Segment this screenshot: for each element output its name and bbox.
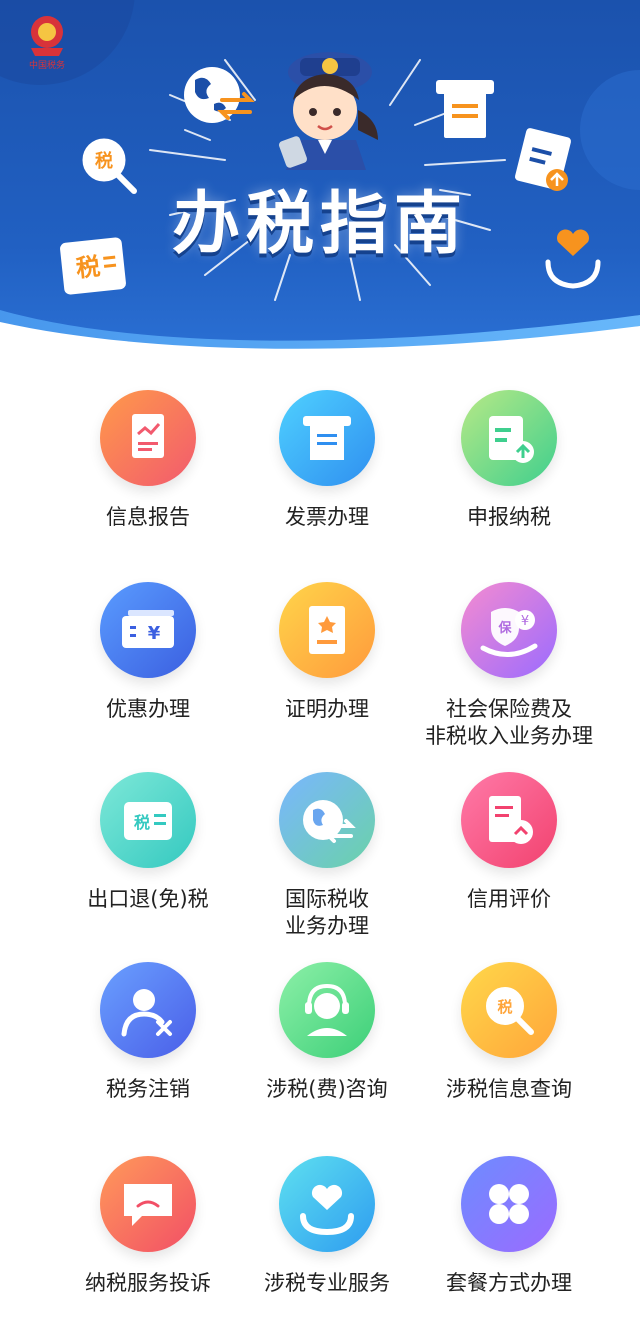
menu-item-label: 证明办理 (285, 697, 369, 721)
menu-item-label: 税务注销 (106, 1077, 190, 1101)
globe-icon (184, 67, 255, 123)
user-remove-icon (100, 962, 196, 1058)
tax-emblem-icon (31, 16, 63, 56)
tax-card-icon: 税 (100, 772, 196, 868)
menu-item-label: 发票办理 (285, 505, 369, 529)
svg-text:税: 税 (134, 813, 150, 832)
menu-item-certificate[interactable]: 证明办理 (227, 582, 427, 723)
menu-item-credit-gauge[interactable]: 信用评价 (409, 772, 609, 913)
tax-declaration-icon (461, 390, 557, 486)
yuan-ticket-icon: ¥ (100, 582, 196, 678)
menu-item-yuan-ticket[interactable]: ¥ 优惠办理 (48, 582, 248, 723)
svg-text:¥: ¥ (521, 614, 529, 629)
menu-item-tax-card[interactable]: 税出口退(免)税 (48, 772, 248, 913)
menu-item-tax-declaration[interactable]: 申报纳税 (409, 390, 609, 531)
emblem-caption: 中国税务 (28, 61, 65, 71)
invoice-icon (279, 390, 375, 486)
menu-item-label: 社会保险费及 非税收入业务办理 (425, 697, 593, 748)
report-chart-icon (100, 390, 196, 486)
menu-item-label: 申报纳税 (467, 505, 551, 529)
menu-item-label: 套餐方式办理 (446, 1271, 572, 1295)
menu-item-globe-exchange[interactable]: 国际税收 业务办理 (227, 772, 427, 940)
tax-search-icon: 税 (461, 962, 557, 1058)
svg-text:¥: ¥ (148, 623, 161, 644)
menu-item-tax-search[interactable]: 税涉税信息查询 (409, 962, 609, 1103)
headset-icon (279, 962, 375, 1058)
svg-text:保: 保 (497, 620, 512, 636)
menu-item-label: 涉税专业服务 (264, 1271, 390, 1295)
menu-item-report-chart[interactable]: 信息报告 (48, 390, 248, 531)
menu-item-headset[interactable]: 涉税(费)咨询 (227, 962, 427, 1103)
menu-item-label: 涉税信息查询 (446, 1077, 572, 1101)
header-banner: 税 税 中国税务 办税指南 (0, 0, 640, 350)
menu-item-insurance-hand[interactable]: 保 ¥ 社会保险费及 非税收入业务办理 (409, 582, 609, 750)
insurance-hand-icon: 保 ¥ (461, 582, 557, 678)
globe-exchange-icon (279, 772, 375, 868)
credit-gauge-icon (461, 772, 557, 868)
package-grid-icon (461, 1156, 557, 1252)
heart-hands-icon (279, 1156, 375, 1252)
menu-item-label: 信用评价 (467, 887, 551, 911)
menu-item-label: 优惠办理 (106, 697, 190, 721)
menu-item-label: 信息报告 (106, 505, 190, 529)
menu-item-label: 国际税收 业务办理 (285, 887, 369, 938)
certificate-icon (279, 582, 375, 678)
page-title: 办税指南 (171, 185, 468, 264)
complaint-chat-icon (100, 1156, 196, 1252)
tax-officer-mascot (279, 52, 378, 170)
svg-text:税: 税 (497, 998, 512, 1016)
menu-item-invoice[interactable]: 发票办理 (227, 390, 427, 531)
menu-item-package-grid[interactable]: 套餐方式办理 (409, 1156, 609, 1297)
menu-item-complaint-chat[interactable]: 纳税服务投诉 (48, 1156, 248, 1297)
menu-item-heart-hands[interactable]: 涉税专业服务 (227, 1156, 427, 1297)
receipt-icon (436, 80, 494, 138)
menu-item-label: 出口退(免)税 (87, 887, 209, 911)
menu-item-label: 纳税服务投诉 (85, 1271, 211, 1295)
menu-item-user-remove[interactable]: 税务注销 (48, 962, 248, 1103)
menu-item-label: 涉税(费)咨询 (266, 1077, 388, 1101)
